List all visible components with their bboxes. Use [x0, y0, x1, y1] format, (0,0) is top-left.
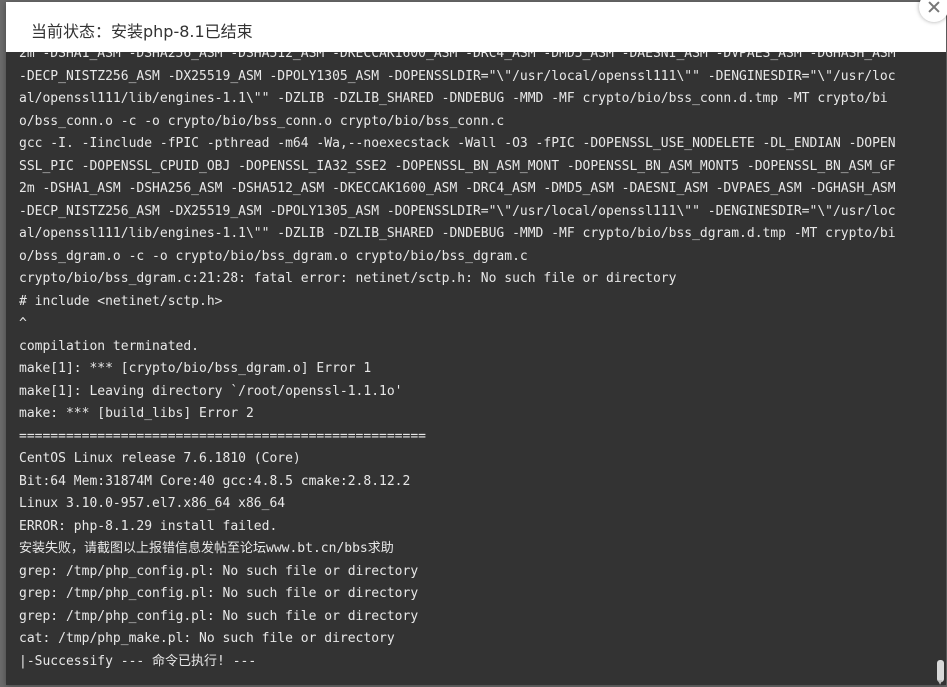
log-line: 2m -DSHA1_ASM -DSHA256_ASM -DSHA512_ASM … — [19, 181, 896, 196]
console-log-lines: 2m -DSHA1_ASM -DSHA256_ASM -DSHA512_ASM … — [19, 52, 921, 673]
dialog-header: 当前状态：安装php-8.1已结束 — [6, 2, 946, 58]
log-line: compilation terminated. — [19, 338, 200, 354]
log-line: make[1]: *** [crypto/bio/bss_dgram.o] Er… — [19, 361, 372, 376]
log-line: make[1]: Leaving directory `/root/openss… — [19, 383, 403, 399]
log-line: ========================================… — [19, 428, 426, 444]
log-line: grep: /tmp/php_config.pl: No such file o… — [19, 586, 419, 601]
log-line: cat: /tmp/php_make.pl: No such file or d… — [19, 631, 395, 646]
log-line: SSL_PIC -DOPENSSL_CPUID_OBJ -DOPENSSL_IA… — [19, 158, 896, 174]
scroll-down-arrow-icon[interactable]: ▼ — [936, 680, 944, 686]
install-log-dialog: 当前状态：安装php-8.1已结束 2m -DSHA1_ASM -DSHA256… — [6, 0, 947, 685]
log-line: gcc -I. -Iinclude -fPIC -pthread -m64 -W… — [19, 136, 896, 151]
log-line: grep: /tmp/php_config.pl: No such file o… — [19, 563, 419, 579]
log-line: al/openssl111/lib/engines-1.1\"" -DZLIB … — [19, 91, 888, 106]
log-line: 2m -DSHA1_ASM -DSHA256_ASM -DSHA512_ASM … — [19, 52, 896, 61]
dialog-title: 当前状态：安装php-8.1已结束 — [31, 22, 253, 41]
console-output: 2m -DSHA1_ASM -DSHA256_ASM -DSHA512_ASM … — [6, 52, 946, 685]
log-line: ^ — [19, 316, 27, 331]
log-line: o/bss_conn.o -c -o crypto/bio/bss_conn.o… — [19, 113, 505, 129]
log-line: |-Successify --- 命令已执行! --- — [19, 653, 257, 669]
log-line: -DECP_NISTZ256_ASM -DX25519_ASM -DPOLY13… — [19, 203, 896, 219]
log-line: 安装失败，请截图以上报错信息发帖至论坛www.bt.cn/bbs求助 — [19, 541, 394, 556]
log-line: al/openssl111/lib/engines-1.1\"" -DZLIB … — [19, 226, 896, 241]
log-line: CentOS Linux release 7.6.1810 (Core) — [19, 451, 301, 466]
log-line: -DECP_NISTZ256_ASM -DX25519_ASM -DPOLY13… — [19, 68, 896, 84]
log-line: grep: /tmp/php_config.pl: No such file o… — [19, 608, 419, 624]
log-line: # include <netinet/sctp.h> — [19, 293, 223, 309]
log-line: o/bss_dgram.o -c -o crypto/bio/bss_dgram… — [19, 248, 528, 264]
log-line: crypto/bio/bss_dgram.c:21:28: fatal erro… — [19, 271, 677, 286]
log-line: Bit:64 Mem:31874M Core:40 gcc:4.8.5 cmak… — [19, 473, 411, 489]
log-line: ERROR: php-8.1.29 install failed. — [19, 518, 278, 534]
log-line: make: *** [build_libs] Error 2 — [19, 406, 254, 421]
log-line: Linux 3.10.0-957.el7.x86_64 x86_64 — [19, 496, 286, 511]
